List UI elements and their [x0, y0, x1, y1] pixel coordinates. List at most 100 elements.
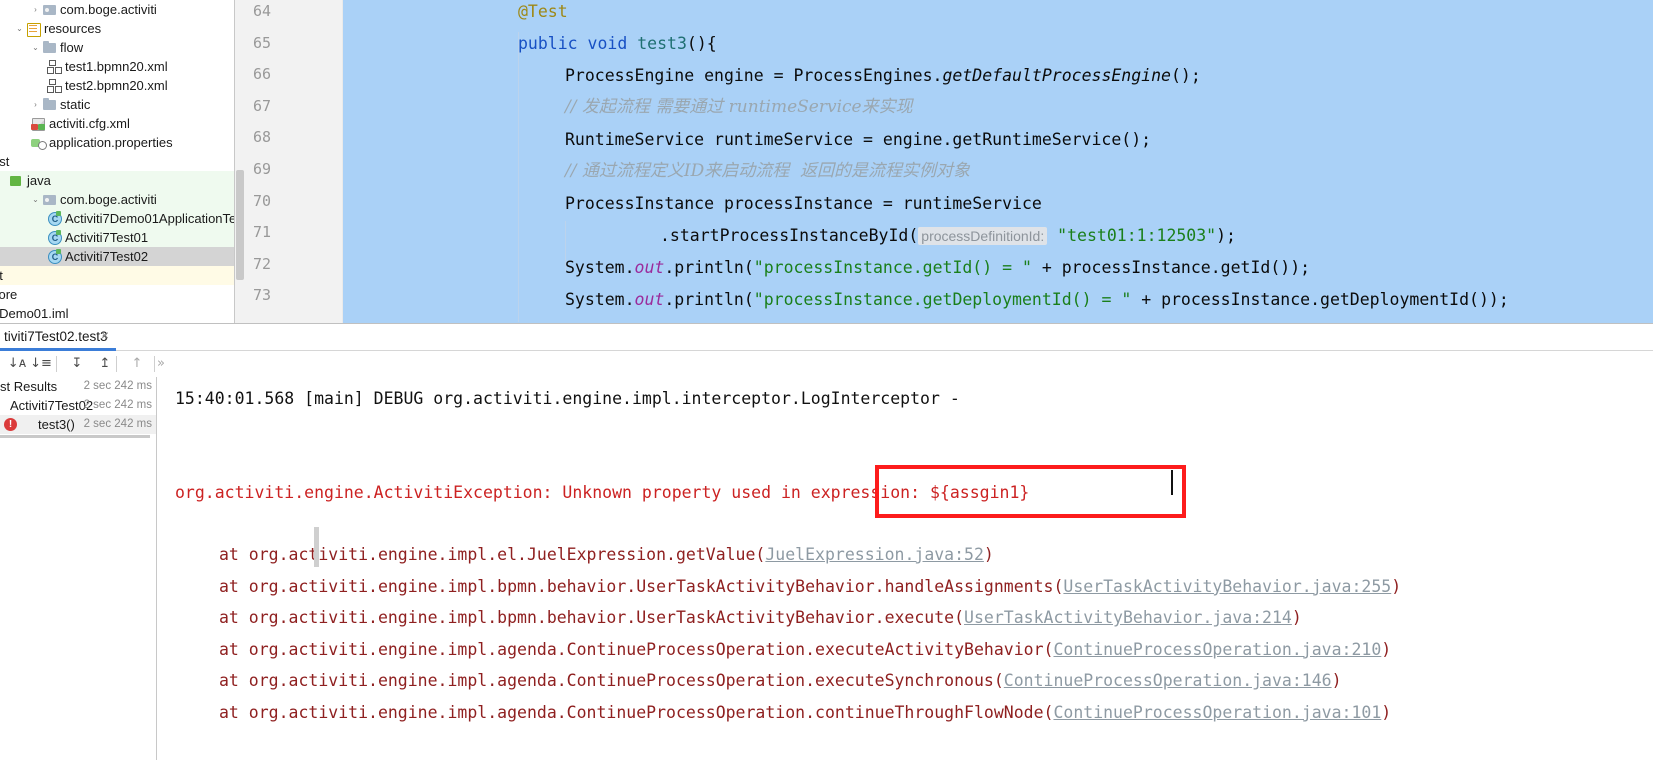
tree-item[interactable]: et	[0, 266, 234, 285]
tree-item[interactable]: java	[0, 171, 234, 190]
stack-trace-frame: at org.activiti.engine.impl.el.JuelExpre…	[219, 545, 766, 564]
tree-item[interactable]: test2.bpmn20.xml	[0, 76, 234, 95]
bpmn-file-icon	[46, 59, 63, 74]
tree-item[interactable]: › com.boge.activiti	[0, 0, 234, 19]
sort-alphabetically-icon[interactable]: ↓ᴀ	[6, 355, 28, 373]
tree-item[interactable]: Activiti7Test02	[0, 247, 234, 266]
stack-trace-source-link[interactable]: ContinueProcessOperation.java:101	[1053, 703, 1381, 722]
chevron-icon[interactable]: ›	[30, 0, 41, 19]
sort-by-duration-icon-glyph: ↓≡	[30, 356, 52, 371]
line-number: 73	[252, 286, 271, 305]
stack-trace-frame: at org.activiti.engine.impl.agenda.Conti…	[219, 639, 1054, 659]
java-class-icon	[46, 230, 63, 245]
line-number: 67	[252, 96, 271, 115]
stack-trace-line[interactable]: at org.activiti.engine.impl.agenda.Conti…	[219, 701, 1391, 725]
tree-item[interactable]: test1.bpmn20.xml	[0, 57, 234, 76]
stack-trace-line[interactable]: at org.activiti.engine.impl.el.JuelExpre…	[219, 543, 994, 567]
package-folder-icon	[41, 192, 58, 207]
test-tree-row-label: test3()	[38, 417, 75, 432]
package-folder-icon	[41, 2, 58, 17]
stack-trace-line[interactable]: at org.activiti.engine.impl.agenda.Conti…	[219, 638, 1391, 662]
close-icon[interactable]: ×	[98, 328, 112, 342]
stack-trace-source-link[interactable]: JuelExpression.java:52	[765, 545, 984, 564]
collapse-all-icon[interactable]: ↥	[94, 355, 116, 373]
stack-trace-source-link[interactable]: UserTaskActivityBehavior.java:214	[964, 608, 1292, 627]
java-class-icon	[46, 211, 63, 226]
tree-item-label: com.boge.activiti	[60, 2, 157, 17]
line-number: 64	[252, 2, 271, 20]
console-log-line: 15:40:01.568 [main] DEBUG org.activiti.e…	[175, 389, 960, 408]
previous-failed-test-icon[interactable]: ↑	[126, 355, 148, 373]
stack-trace-paren: )	[1331, 671, 1342, 691]
tree-item-label: est	[0, 154, 10, 169]
test-runner-toolbar: ↓ᴀ↓≡↧↥↑» Tests failed: 1 of 1 test – 2 s…	[0, 351, 1653, 398]
tree-item[interactable]: Activiti7Demo01ApplicationTests	[0, 209, 234, 228]
xml-config-file-icon	[30, 116, 47, 131]
sort-alphabetically-icon-glyph: ↓ᴀ	[7, 356, 27, 371]
tree-item[interactable]: ⌄ com.boge.activiti	[0, 190, 234, 209]
tree-item[interactable]: › static	[0, 95, 234, 114]
run-tool-window: tiviti7Test02.test3 × ↓ᴀ↓≡↧↥↑» Tests fai…	[0, 323, 1653, 760]
test-tree-row-label: st Results	[0, 379, 58, 394]
tree-item[interactable]: activiti.cfg.xml	[0, 114, 234, 133]
tree-item[interactable]: Activiti7Test01	[0, 228, 234, 247]
tree-item[interactable]: est	[0, 152, 234, 171]
chevron-icon[interactable]: ⌄	[30, 38, 41, 57]
test-tree-row[interactable]: st Results 2 sec 242 ms	[0, 377, 156, 396]
project-pane-scrollbar[interactable]	[236, 170, 244, 280]
tree-item-label: test2.bpmn20.xml	[65, 78, 168, 93]
tree-item-label: viti7Demo01.iml	[0, 306, 69, 321]
tree-item-label: java	[27, 173, 51, 188]
tree-item[interactable]: viti7Demo01.iml	[0, 304, 234, 323]
test-tree-row[interactable]: Activiti7Test02 2 sec 242 ms	[0, 396, 156, 415]
expand-all-icon-glyph: ↧	[71, 356, 83, 371]
run-tab-bar: tiviti7Test02.test3 ×	[0, 324, 1653, 351]
stack-trace-frame: at org.activiti.engine.impl.agenda.Conti…	[219, 671, 1004, 691]
run-tab-activiti7test02-test3[interactable]: tiviti7Test02.test3	[0, 326, 114, 348]
tree-item-label: static	[60, 97, 91, 112]
tree-item[interactable]: ⌄ flow	[0, 38, 234, 57]
text-caret	[1171, 470, 1173, 495]
tree-item-label: et	[0, 266, 3, 285]
tree-item[interactable]: gnore	[0, 285, 234, 304]
editor-gutter[interactable]: 64 65 66 67 68 69 70 71 72 73	[235, 0, 580, 323]
stack-trace-paren: )	[1381, 703, 1392, 722]
tree-item[interactable]: ⌄ resources	[0, 19, 234, 38]
test-console-output[interactable]: 15:40:01.568 [main] DEBUG org.activiti.e…	[157, 377, 1653, 760]
project-tree-pane[interactable]: › com.boge.activiti ⌄ resources ⌄ flow test1.b…	[0, 0, 235, 323]
code-line-70: ProcessInstance processInstance = runtim…	[565, 194, 1042, 213]
code-editor[interactable]: 64656667686970717273 @Test public void t…	[235, 0, 1653, 323]
test-results-tree[interactable]: st Results 2 sec 242 ms Activiti7Test02 2 s…	[0, 377, 157, 760]
sort-by-duration-icon[interactable]: ↓≡	[30, 355, 52, 373]
toolbar-divider	[116, 356, 117, 372]
stack-trace-source-link[interactable]: ContinueProcessOperation.java:146	[1004, 671, 1332, 690]
tree-item-label: Activiti7Test02	[65, 249, 149, 264]
line-number: 66	[252, 65, 271, 84]
console-scroll-handle[interactable]	[314, 527, 319, 567]
expand-all-icon[interactable]: ↧	[66, 355, 88, 373]
tree-item-label: flow	[60, 40, 84, 55]
stack-trace-source-link[interactable]: ContinueProcessOperation.java:210	[1053, 640, 1381, 659]
test-tree-horizontal-scrollbar[interactable]	[0, 435, 150, 438]
stack-trace-paren: )	[983, 545, 994, 564]
stack-trace-line[interactable]: at org.activiti.engine.impl.agenda.Conti…	[219, 669, 1342, 693]
stack-trace-paren: )	[1291, 608, 1302, 628]
stack-trace-line[interactable]: at org.activiti.engine.impl.bpmn.behavio…	[219, 575, 1401, 599]
chevron-icon[interactable]: ›	[30, 95, 41, 114]
chevron-icon[interactable]: ⌄	[30, 190, 41, 209]
tree-item[interactable]: application.properties	[0, 133, 234, 152]
code-line-72: System.out.println("processInstance.getI…	[565, 258, 1311, 277]
test-failed-icon	[4, 418, 17, 431]
chevron-icon[interactable]: ⌄	[14, 19, 25, 38]
code-line-65: public void test3(){	[518, 34, 717, 53]
code-line-66: ProcessEngine engine = ProcessEngines.ge…	[565, 66, 1201, 85]
parameter-hint: processDefinitionId:	[918, 227, 1048, 245]
stack-trace-line[interactable]: at org.activiti.engine.impl.bpmn.behavio…	[219, 606, 1302, 630]
test-tree-row[interactable]: test3() 2 sec 242 ms	[0, 415, 156, 434]
code-line-67-comment: // 发起流程 需要通过 runtimeService来实现	[565, 97, 913, 117]
bpmn-file-icon	[46, 78, 63, 93]
stack-trace-source-link[interactable]: UserTaskActivityBehavior.java:255	[1063, 577, 1391, 596]
highlight-annotation-box	[875, 465, 1186, 518]
tree-item-label: com.boge.activiti	[60, 192, 157, 207]
code-selection-area[interactable]: @Test public void test3(){ ProcessEngine…	[343, 0, 1653, 323]
